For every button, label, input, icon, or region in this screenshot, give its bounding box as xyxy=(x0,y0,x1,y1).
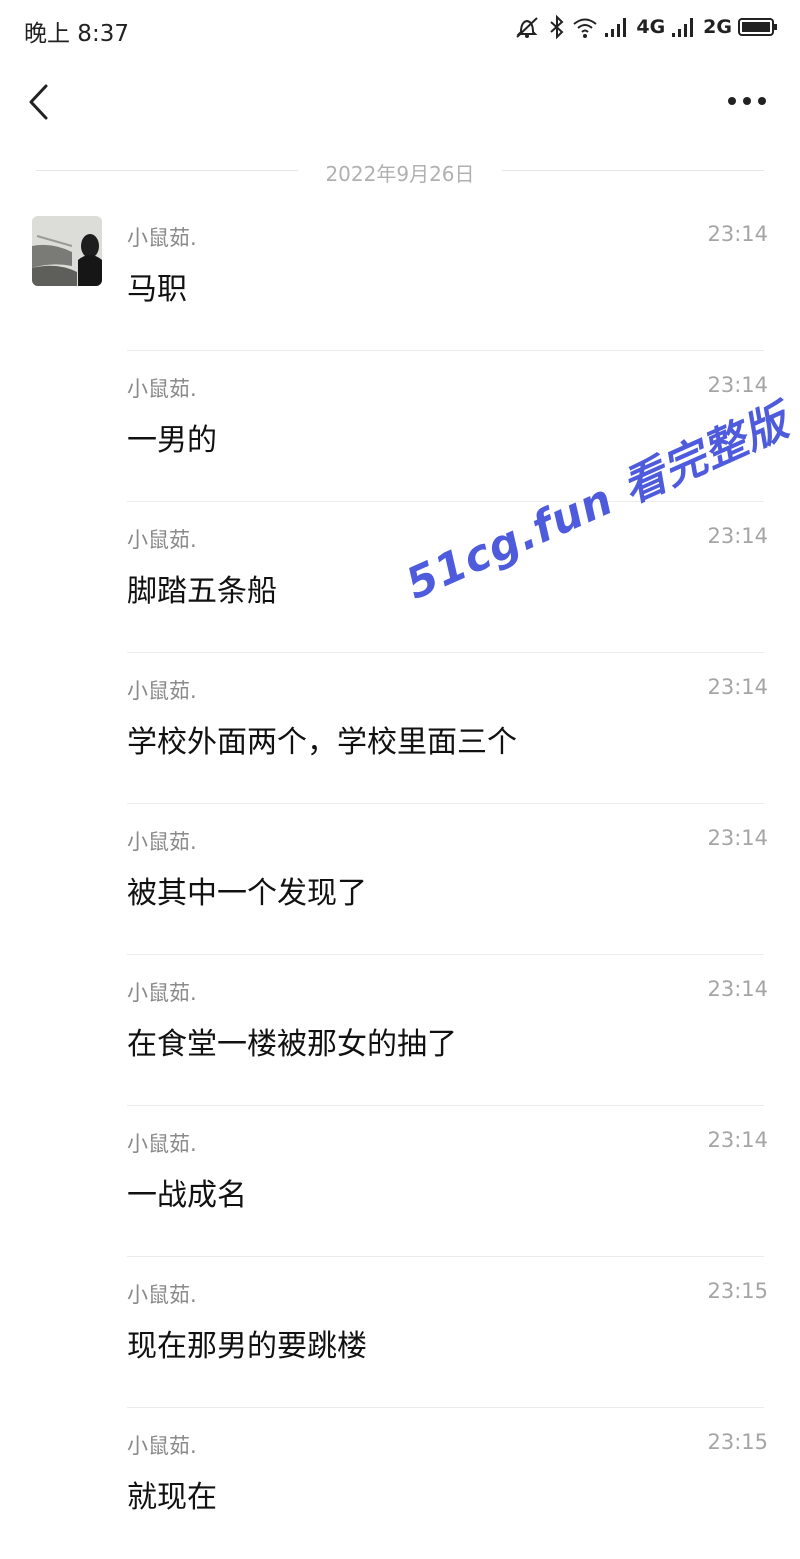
message-item[interactable]: 小鼠茹. 23:15 现在那男的要跳楼 xyxy=(0,1257,800,1408)
message-time: 23:14 xyxy=(707,675,768,699)
sender-name: 小鼠茹. xyxy=(127,981,197,1005)
message-text: 学校外面两个，学校里面三个 xyxy=(127,725,517,760)
network-label-4g: 4G xyxy=(636,16,666,38)
avatar-photo xyxy=(32,216,102,286)
network-label-2g: 2G xyxy=(703,16,732,38)
bluetooth-icon xyxy=(548,14,566,40)
message-text: 在食堂一楼被那女的抽了 xyxy=(127,1027,457,1062)
message-time: 23:15 xyxy=(707,1430,768,1454)
message-item[interactable]: 小鼠茹. 23:15 就现在 xyxy=(0,1408,800,1559)
message-item[interactable]: 小鼠茹. 23:14 在食堂一楼被那女的抽了 xyxy=(0,955,800,1106)
avatar[interactable] xyxy=(32,216,102,286)
nav-bar xyxy=(0,70,800,134)
sender-name: 小鼠茹. xyxy=(127,377,197,401)
sender-name: 小鼠茹. xyxy=(127,1132,197,1156)
message-item[interactable]: 小鼠茹. 23:14 一战成名 xyxy=(0,1106,800,1257)
sender-name: 小鼠茹. xyxy=(127,830,197,854)
chevron-left-icon xyxy=(29,84,48,120)
message-text: 一男的 xyxy=(127,423,217,458)
message-list: 小鼠茹. 23:14 马职 小鼠茹. 23:14 一男的 小鼠茹. 23:14 … xyxy=(0,200,800,1559)
mute-icon xyxy=(512,14,542,40)
message-time: 23:14 xyxy=(707,524,768,548)
status-icons: 4G 2G xyxy=(512,12,778,42)
message-item[interactable]: 小鼠茹. 23:14 学校外面两个，学校里面三个 xyxy=(0,653,800,804)
message-text: 现在那男的要跳楼 xyxy=(127,1329,367,1364)
battery-icon xyxy=(738,16,778,38)
more-dots-icon xyxy=(728,97,766,105)
sender-name: 小鼠茹. xyxy=(127,226,197,250)
signal-icon xyxy=(671,16,697,38)
date-divider: 2022年9月26日 xyxy=(36,155,764,187)
message-text: 脚踏五条船 xyxy=(127,574,277,609)
status-bar: 晚上 8:37 4G 2G xyxy=(0,0,800,56)
message-text: 一战成名 xyxy=(127,1178,247,1213)
message-item[interactable]: 小鼠茹. 23:14 脚踏五条船 xyxy=(0,502,800,653)
date-label: 2022年9月26日 xyxy=(325,162,475,186)
sender-name: 小鼠茹. xyxy=(127,1434,197,1458)
sender-name: 小鼠茹. xyxy=(127,528,197,552)
sender-name: 小鼠茹. xyxy=(127,679,197,703)
more-button[interactable] xyxy=(724,88,770,114)
message-item[interactable]: 小鼠茹. 23:14 马职 xyxy=(0,200,800,351)
message-item[interactable]: 小鼠茹. 23:14 被其中一个发现了 xyxy=(0,804,800,955)
message-time: 23:14 xyxy=(707,1128,768,1152)
message-time: 23:15 xyxy=(707,1279,768,1303)
message-time: 23:14 xyxy=(707,222,768,246)
back-button[interactable] xyxy=(22,80,62,124)
message-time: 23:14 xyxy=(707,977,768,1001)
status-time: 晚上 8:37 xyxy=(24,21,129,47)
signal-icon xyxy=(604,16,630,38)
sender-name: 小鼠茹. xyxy=(127,1283,197,1307)
message-text: 马职 xyxy=(127,272,187,307)
divider-line xyxy=(502,170,764,171)
message-text: 就现在 xyxy=(127,1480,217,1515)
message-text: 被其中一个发现了 xyxy=(127,876,367,911)
message-time: 23:14 xyxy=(707,826,768,850)
wifi-icon xyxy=(572,15,598,39)
